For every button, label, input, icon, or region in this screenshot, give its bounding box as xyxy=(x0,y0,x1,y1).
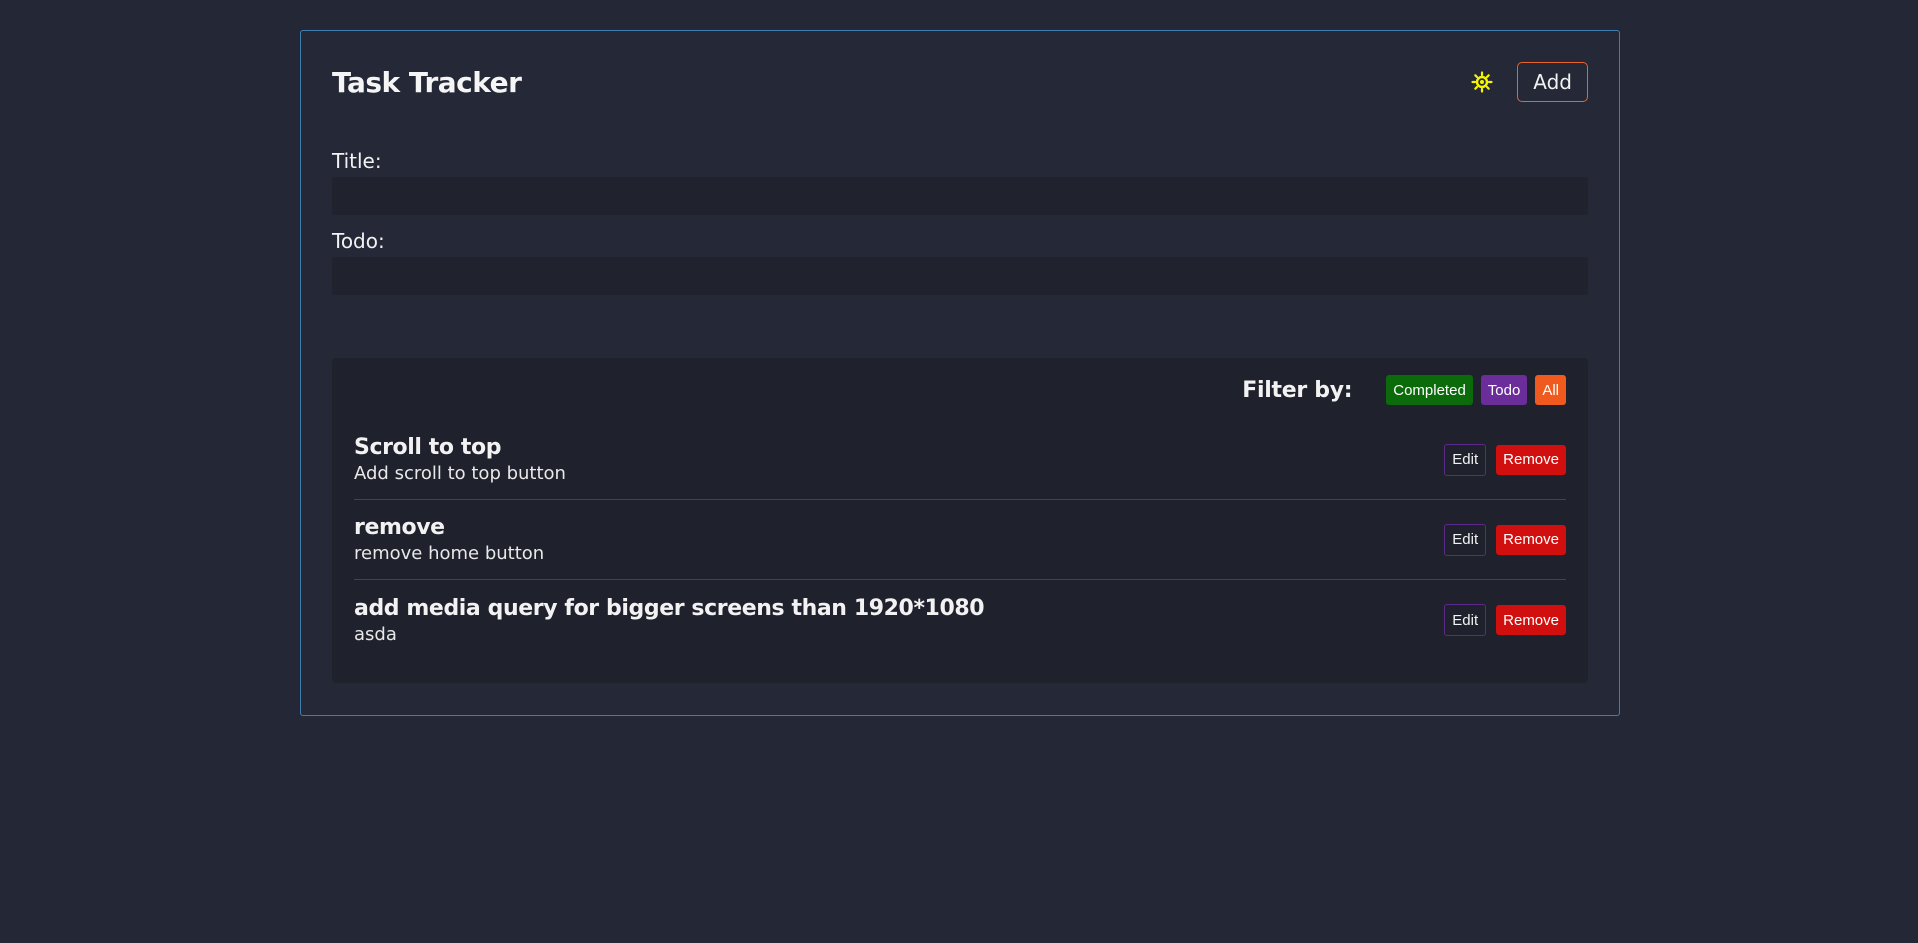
add-button[interactable]: Add xyxy=(1517,62,1588,102)
task-title: add media query for bigger screens than … xyxy=(354,595,985,621)
task-actions: Edit Remove xyxy=(1444,604,1566,636)
filter-label: Filter by: xyxy=(1242,377,1353,403)
sun-icon[interactable] xyxy=(1469,69,1495,95)
task-item: Scroll to top Add scroll to top button E… xyxy=(354,420,1566,500)
filter-bar: Filter by: Completed Todo All xyxy=(354,374,1566,406)
filter-todo-button[interactable]: Todo xyxy=(1480,375,1528,405)
filter-all-button[interactable]: All xyxy=(1535,375,1566,405)
task-actions: Edit Remove xyxy=(1444,523,1566,556)
task-form: Title: Todo: xyxy=(332,149,1588,295)
todo-label: Todo: xyxy=(332,229,385,253)
edit-button[interactable]: Edit xyxy=(1444,604,1487,636)
task-text: remove remove home button xyxy=(354,515,544,564)
title-label: Title: xyxy=(332,149,382,173)
filter-completed-button[interactable]: Completed xyxy=(1386,375,1473,405)
task-item: remove remove home button Edit Remove xyxy=(354,500,1566,580)
task-list: Scroll to top Add scroll to top button E… xyxy=(354,420,1566,660)
header-actions: Add xyxy=(1469,62,1588,102)
task-text: Scroll to top Add scroll to top button xyxy=(354,435,566,484)
task-description: asda xyxy=(354,623,397,645)
remove-button[interactable]: Remove xyxy=(1496,524,1566,555)
task-text: add media query for bigger screens than … xyxy=(354,595,985,645)
todo-field-group: Todo: xyxy=(332,229,1588,295)
remove-button[interactable]: Remove xyxy=(1496,605,1566,635)
task-title: Scroll to top xyxy=(354,435,502,460)
header: Task Tracker Add xyxy=(332,61,1588,103)
tasks-panel: Filter by: Completed Todo All Scroll to … xyxy=(332,358,1588,683)
edit-button[interactable]: Edit xyxy=(1444,443,1487,476)
title-field-group: Title: xyxy=(332,149,1588,215)
title-input[interactable] xyxy=(332,177,1588,215)
task-actions: Edit Remove xyxy=(1444,443,1566,476)
edit-button[interactable]: Edit xyxy=(1444,523,1487,556)
task-item: add media query for bigger screens than … xyxy=(354,580,1566,660)
task-title: remove xyxy=(354,515,445,540)
todo-input[interactable] xyxy=(332,257,1588,295)
task-description: Add scroll to top button xyxy=(354,463,566,484)
task-description: remove home button xyxy=(354,543,545,564)
task-tracker-card: Task Tracker Add Title: Todo: Filter by:… xyxy=(300,30,1620,716)
page-title: Task Tracker xyxy=(332,65,522,99)
remove-button[interactable]: Remove xyxy=(1496,444,1566,475)
